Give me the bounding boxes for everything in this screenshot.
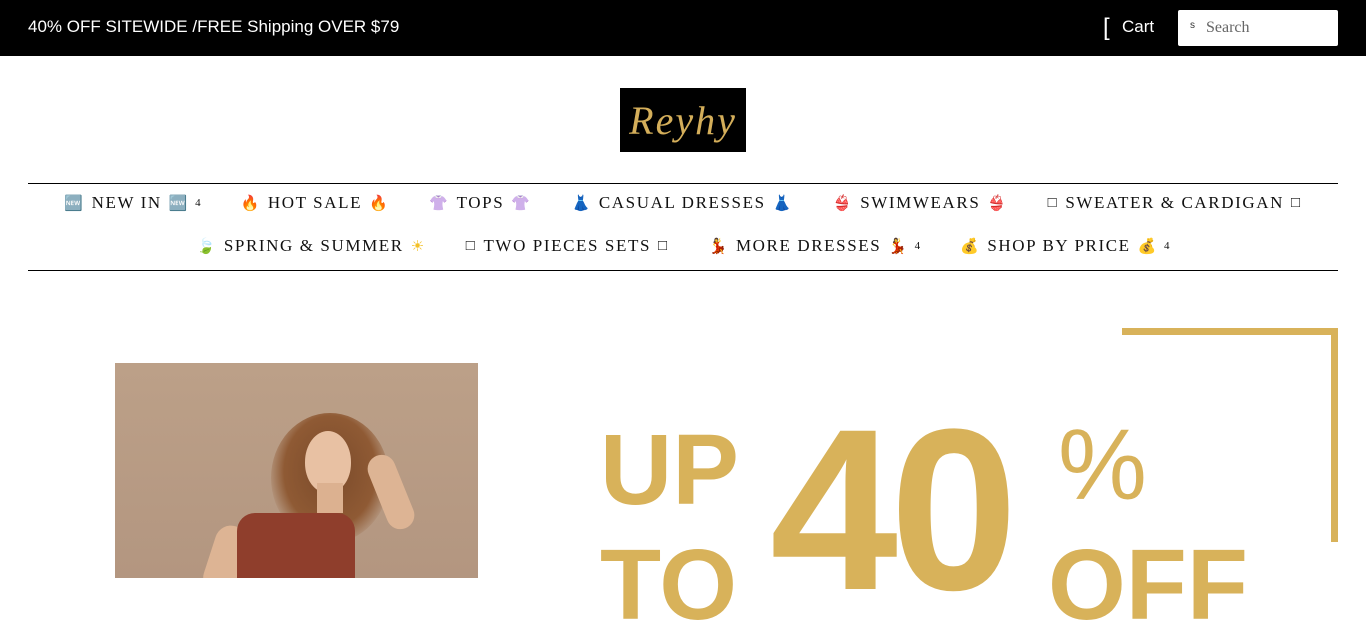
- nav-item-new-in[interactable]: 🆕 NEW IN 🆕 4: [64, 193, 200, 213]
- nav-item-label: HOT SALE: [267, 193, 363, 212]
- nav-item-shop-by-price[interactable]: 💰 SHOP BY PRICE 💰 4: [960, 236, 1169, 256]
- sun-icon: ☀: [410, 238, 426, 255]
- search-icon[interactable]: s: [1190, 20, 1195, 31]
- leaf-icon: 🍃: [196, 238, 217, 255]
- nav-item-spring-summer[interactable]: 🍃 SPRING & SUMMER ☀: [197, 236, 426, 256]
- main-nav-row-1: 🆕 NEW IN 🆕 4 🔥 HOT SALE 🔥 👚 TOPS 👚 👗 CAS…: [28, 193, 1338, 213]
- missing-glyph-icon: □: [1047, 194, 1059, 211]
- nav-item-tops[interactable]: 👚 TOPS 👚: [429, 193, 531, 213]
- hero-model-photo[interactable]: [115, 363, 478, 578]
- cart-icon[interactable]: [: [1103, 14, 1110, 42]
- new-icon: 🆕: [64, 195, 85, 212]
- money-bag-icon: 💰: [960, 238, 981, 255]
- search-input[interactable]: [1206, 17, 1330, 39]
- nav-item-hot-sale[interactable]: 🔥 HOT SALE 🔥: [241, 193, 390, 213]
- money-bag-icon: 💰: [1137, 238, 1158, 255]
- dress-icon: 👗: [772, 195, 793, 212]
- fire-icon: 🔥: [240, 195, 261, 212]
- promo-frame-top: [1122, 328, 1338, 335]
- announcement-bar: 40% OFF SITEWIDE /FREE Shipping OVER $79…: [0, 0, 1366, 56]
- nav-item-label: SPRING & SUMMER: [223, 236, 404, 255]
- logo-text: Reyhy: [629, 97, 737, 143]
- missing-glyph-icon: □: [1290, 194, 1302, 211]
- nav-item-count: 4: [195, 197, 201, 209]
- nav-item-label: MORE DRESSES: [735, 236, 882, 255]
- nav-item-swimwears[interactable]: 👙 SWIMWEARS 👙: [833, 193, 1008, 213]
- promo-off: OFF: [1048, 529, 1248, 641]
- model-neck: [317, 483, 343, 513]
- cart-link[interactable]: Cart: [1122, 17, 1154, 37]
- announcement-text: 40% OFF SITEWIDE /FREE Shipping OVER $79: [28, 17, 400, 36]
- nav-item-two-pieces-sets[interactable]: □ TWO PIECES SETS □: [466, 236, 669, 256]
- promo-up: UP: [600, 414, 739, 526]
- nav-item-count: 4: [1163, 240, 1170, 252]
- nav-item-sweater-cardigan[interactable]: □ SWEATER & CARDIGAN □: [1048, 193, 1302, 213]
- nav-bottom-divider: [28, 270, 1338, 271]
- nav-item-label: NEW IN: [91, 193, 162, 212]
- nav-item-casual-dresses[interactable]: 👗 CASUAL DRESSES 👗: [572, 193, 793, 213]
- blouse-icon: 👚: [511, 195, 532, 212]
- nav-item-label: TWO PIECES SETS: [483, 236, 652, 255]
- fire-icon: 🔥: [369, 195, 390, 212]
- dancer-icon: 💃: [888, 238, 909, 255]
- blouse-icon: 👚: [429, 195, 450, 212]
- dress-icon: 👗: [571, 195, 592, 212]
- main-nav-row-2: 🍃 SPRING & SUMMER ☀ □ TWO PIECES SETS □ …: [28, 236, 1338, 256]
- missing-glyph-icon: □: [465, 237, 477, 254]
- promo-frame-right: [1331, 328, 1338, 542]
- bikini-icon: 👙: [832, 195, 854, 212]
- promo-number: 40: [770, 381, 1018, 638]
- missing-glyph-icon: □: [658, 237, 669, 254]
- nav-item-label: CASUAL DRESSES: [598, 193, 766, 212]
- nav-item-count: 4: [914, 240, 921, 252]
- nav-item-more-dresses[interactable]: 💃 MORE DRESSES 💃 4: [709, 236, 920, 256]
- search-box[interactable]: s: [1178, 10, 1338, 46]
- promo-to: TO: [600, 529, 738, 641]
- nav-item-label: SWEATER & CARDIGAN: [1065, 193, 1284, 212]
- promo-percent: %: [1058, 409, 1147, 521]
- site-logo[interactable]: Reyhy: [620, 88, 746, 152]
- model-dress: [237, 513, 355, 578]
- nav-item-label: TOPS: [456, 193, 505, 212]
- new-icon: 🆕: [168, 195, 190, 212]
- nav-item-label: SHOP BY PRICE: [987, 236, 1131, 255]
- dancer-icon: 💃: [708, 238, 729, 255]
- nav-item-label: SWIMWEARS: [860, 193, 981, 212]
- bikini-icon: 👙: [987, 195, 1008, 212]
- nav-top-divider: [28, 183, 1338, 184]
